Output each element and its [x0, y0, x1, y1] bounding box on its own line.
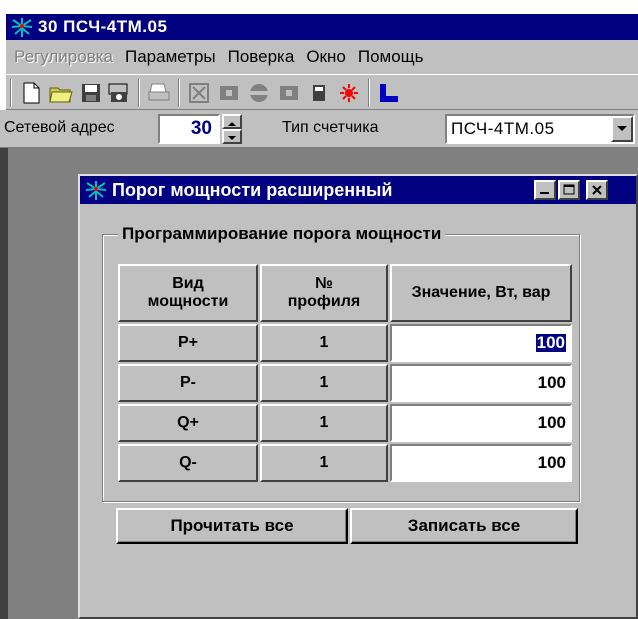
write-all-button[interactable]: Записать все [350, 508, 578, 544]
meter-type-value: ПСЧ-4ТМ.05 [451, 119, 555, 138]
main-window-title: 30 ПСЧ-4ТМ.05 [38, 17, 168, 36]
table-row-value-input[interactable]: 100 [390, 444, 572, 482]
menu-help[interactable]: Помощь [358, 47, 424, 67]
print-icon[interactable] [146, 80, 172, 106]
tool-left-icon[interactable] [216, 80, 242, 106]
new-file-icon[interactable] [18, 80, 44, 106]
table-row-power-type[interactable]: Q- [118, 444, 258, 482]
table-row-value-input[interactable]: 100 [390, 404, 572, 442]
antenna-icon [10, 16, 34, 38]
main-window: 30 ПСЧ-4ТМ.05 Регулировка Параметры Пове… [0, 0, 638, 619]
toolbar [6, 74, 638, 110]
table-row-power-type[interactable]: Q+ [118, 404, 258, 442]
table-row-power-type[interactable]: P- [118, 364, 258, 402]
menu-adjustment[interactable]: Регулировка [14, 47, 113, 67]
power-threshold-window: Порог мощности расширенный Программирова… [78, 174, 638, 619]
minimize-button[interactable] [534, 180, 556, 200]
close-button[interactable] [586, 180, 608, 200]
toolbar-separator [368, 79, 370, 107]
group-caption: Программирование порога мощности [118, 224, 446, 244]
open-folder-icon[interactable] [48, 80, 74, 106]
column-header-power-type[interactable]: Вид мощности [118, 264, 258, 322]
table-row-power-type[interactable]: P+ [118, 324, 258, 362]
table-row-value-input[interactable]: 100 [390, 324, 572, 362]
toolbar-separator [138, 79, 140, 107]
main-title-bar[interactable]: 30 ПСЧ-4ТМ.05 [6, 14, 638, 40]
column-header-label: № профиля [287, 275, 361, 310]
camera-icon[interactable] [106, 80, 132, 106]
column-header-value[interactable]: Значение, Вт, вар [390, 264, 572, 322]
menu-window[interactable]: Окно [306, 47, 346, 67]
table-row-profile[interactable]: 1 [260, 364, 388, 402]
tool-circle-icon[interactable] [246, 80, 272, 106]
dialog-title: Порог мощности расширенный [112, 179, 393, 200]
arrow-down-icon [228, 136, 236, 140]
toolbar-separator [178, 79, 180, 107]
dialog-title-bar[interactable]: Порог мощности расширенный [80, 176, 636, 204]
minimize-icon [540, 192, 549, 194]
menu-parameters[interactable]: Параметры [125, 47, 216, 67]
selected-value-text: 100 [535, 333, 566, 352]
meter-type-label: Тип счетчика [282, 119, 379, 136]
network-address-field[interactable]: 30 [158, 114, 220, 144]
spin-down-button[interactable] [222, 129, 242, 144]
column-header-label: Значение, Вт, вар [411, 284, 551, 301]
antenna-icon [84, 179, 108, 201]
save-icon[interactable] [78, 80, 104, 106]
close-icon [592, 185, 602, 195]
table-row-profile[interactable]: 1 [260, 404, 388, 442]
column-header-label: Вид мощности [147, 275, 229, 310]
menu-verification[interactable]: Поверка [228, 47, 295, 67]
mdi-left-edge [0, 148, 8, 619]
tool-right-icon[interactable] [276, 80, 302, 106]
spin-up-button[interactable] [222, 114, 242, 129]
network-address-label: Сетевой адрес [4, 119, 115, 136]
table-row-profile[interactable]: 1 [260, 324, 388, 362]
maximize-icon [563, 184, 575, 195]
meter-type-dropdown-button[interactable] [611, 116, 633, 142]
threshold-table: Вид мощности № профиля Значение, Вт, вар… [118, 264, 573, 488]
meter-type-select[interactable]: ПСЧ-4ТМ.05 [445, 114, 635, 144]
chart-icon[interactable] [376, 80, 402, 106]
calculator-icon[interactable] [306, 80, 332, 106]
network-address-spinner [222, 114, 242, 144]
arrow-up-icon [228, 122, 236, 126]
table-row-value-input[interactable]: 100 [390, 364, 572, 402]
menu-bar: Регулировка Параметры Поверка Окно Помощ… [6, 40, 638, 74]
toolbar-separator [10, 79, 12, 107]
maximize-button[interactable] [558, 180, 580, 200]
address-bar: Сетевой адрес 30 Тип счетчика ПСЧ-4ТМ.05 [0, 110, 638, 148]
chevron-down-icon [617, 126, 627, 131]
read-all-button[interactable]: Прочитать все [116, 508, 348, 544]
tool-cross-icon[interactable] [186, 80, 212, 106]
red-burst-icon[interactable] [336, 80, 362, 106]
table-row-profile[interactable]: 1 [260, 444, 388, 482]
column-header-profile[interactable]: № профиля [260, 264, 388, 322]
